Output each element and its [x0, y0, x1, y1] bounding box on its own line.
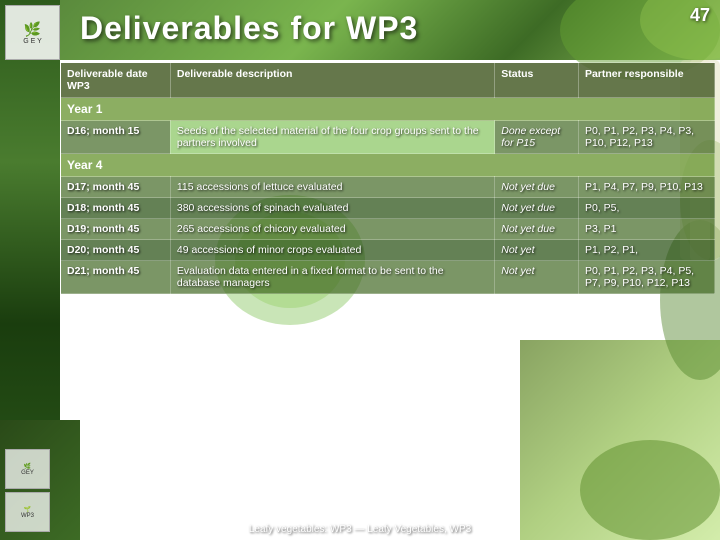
cell-partner: P0, P1, P2, P3, P4, P5, P7, P9, P10, P12…	[578, 261, 714, 294]
table-row: D20; month 4549 accessions of minor crop…	[61, 240, 715, 261]
cell-status: Not yet	[495, 261, 579, 294]
mini-logo-2: 🌱WP3	[5, 492, 50, 532]
cell-status: Not yet	[495, 240, 579, 261]
header-partner: Partner responsible	[578, 63, 714, 98]
cell-deliverable: D18; month 45	[61, 198, 171, 219]
cell-deliverable: D16; month 15	[61, 121, 171, 154]
cell-partner: P1, P2, P1,	[578, 240, 714, 261]
cell-deliverable: D17; month 45	[61, 177, 171, 198]
deliverables-table: Deliverable date WP3 Deliverable descrip…	[60, 62, 715, 294]
main-content: 🌿 G E Y 47 Deliverables for WP3 Delivera…	[0, 0, 720, 540]
cell-status: Not yet due	[495, 177, 579, 198]
cell-description: 265 accessions of chicory evaluated	[170, 219, 494, 240]
cell-partner: P3, P1	[578, 219, 714, 240]
cell-description: 49 accessions of minor crops evaluated	[170, 240, 494, 261]
deliverables-table-wrapper: Deliverable date WP3 Deliverable descrip…	[60, 62, 715, 520]
table-row: D21; month 45Evaluation data entered in …	[61, 261, 715, 294]
header-deliverable-date: Deliverable date WP3	[61, 63, 171, 98]
mini-logo-1: 🌿GEY	[5, 449, 50, 489]
page-number: 47	[690, 5, 710, 26]
table-row: D19; month 45265 accessions of chicory e…	[61, 219, 715, 240]
table-header-row: Deliverable date WP3 Deliverable descrip…	[61, 63, 715, 98]
page-title: Deliverables for WP3	[80, 10, 418, 47]
cell-description: Evaluation data entered in a fixed forma…	[170, 261, 494, 294]
cell-description: Seeds of the selected material of the fo…	[170, 121, 494, 154]
table-row: D18; month 45380 accessions of spinach e…	[61, 198, 715, 219]
cell-status: Not yet due	[495, 198, 579, 219]
cell-partner: P0, P5,	[578, 198, 714, 219]
table-row: D17; month 45115 accessions of lettuce e…	[61, 177, 715, 198]
header-status: Status	[495, 63, 579, 98]
cell-description: 380 accessions of spinach evaluated	[170, 198, 494, 219]
year-label: Year 4	[61, 154, 715, 177]
cell-status: Done except for P15	[495, 121, 579, 154]
bottom-logos-area: 🌿GEY 🌱WP3	[5, 449, 50, 532]
year-row: Year 4	[61, 154, 715, 177]
logo-text: G E Y	[23, 38, 42, 45]
cell-deliverable: D20; month 45	[61, 240, 171, 261]
cell-description: 115 accessions of lettuce evaluated	[170, 177, 494, 198]
table-row: D16; month 15Seeds of the selected mater…	[61, 121, 715, 154]
logo: 🌿 G E Y	[5, 5, 60, 60]
year-row: Year 1	[61, 98, 715, 121]
header-description: Deliverable description	[170, 63, 494, 98]
cell-partner: P0, P1, P2, P3, P4, P3, P10, P12, P13	[578, 121, 714, 154]
cell-deliverable: D19; month 45	[61, 219, 171, 240]
year-label: Year 1	[61, 98, 715, 121]
bottom-label: Leafy vegetables: WP3 — Leafy Vegetables…	[249, 524, 471, 535]
cell-partner: P1, P4, P7, P9, P10, P13	[578, 177, 714, 198]
cell-status: Not yet due	[495, 219, 579, 240]
cell-deliverable: D21; month 45	[61, 261, 171, 294]
